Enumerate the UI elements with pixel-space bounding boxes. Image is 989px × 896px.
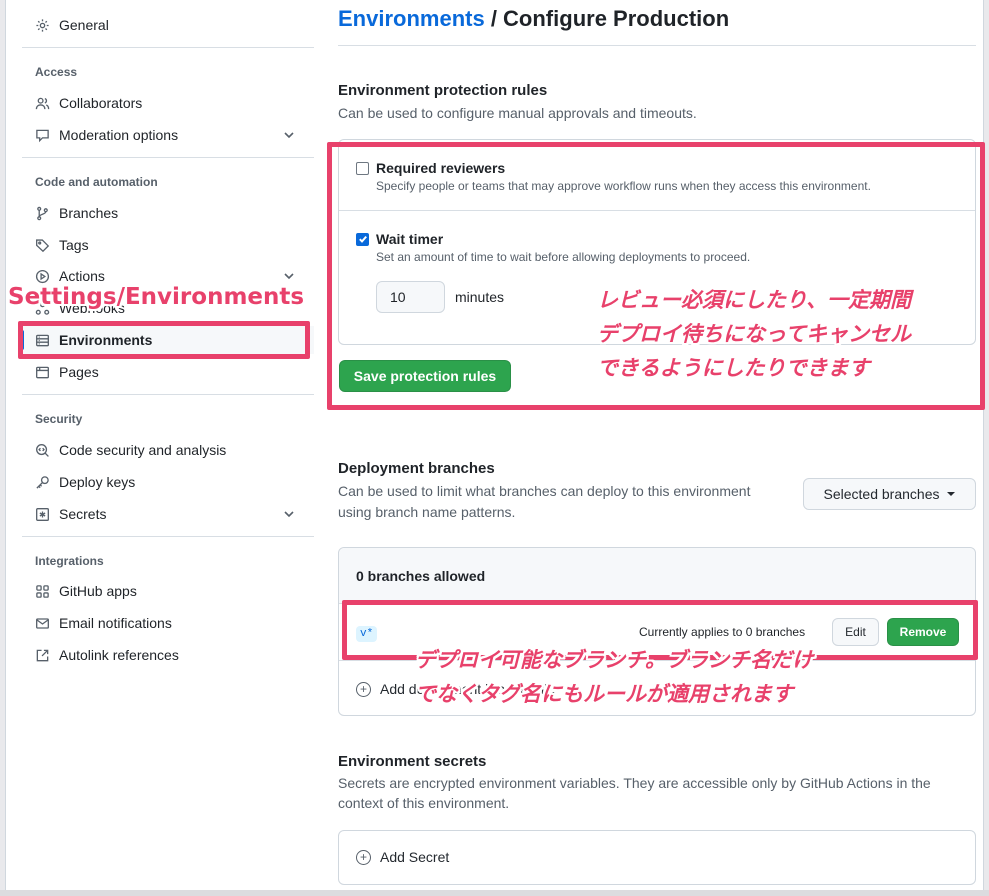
- key-icon: [34, 474, 50, 490]
- annotation-protection-note: レビュー必須にしたり、一定期間 デプロイ待ちになってキャンセル できるようにした…: [597, 283, 911, 385]
- selected-branches-label: Selected branches: [823, 486, 940, 502]
- sidebar-item-label: Email notifications: [59, 615, 172, 631]
- sidebar-item-autolink[interactable]: Autolink references: [22, 641, 314, 669]
- window-frame-right: [983, 0, 989, 896]
- annotation-line: デプロイ可能なブランチ。ブランチ名だけ: [415, 648, 813, 672]
- sidebar-item-deploy-keys[interactable]: Deploy keys: [22, 468, 314, 496]
- environment-secrets-desc-2: context of this environment.: [338, 795, 510, 811]
- sidebar-item-label: Tags: [59, 237, 89, 253]
- sidebar-divider: [22, 47, 314, 48]
- sidebar-item-moderation[interactable]: Moderation options: [22, 121, 314, 149]
- environment-secrets-desc-1: Secrets are encrypted environment variab…: [338, 775, 931, 791]
- gear-icon: [34, 17, 50, 33]
- codescan-icon: [34, 442, 50, 458]
- selected-branches-dropdown[interactable]: Selected branches: [803, 478, 976, 510]
- deployment-branches-title: Deployment branches: [338, 460, 495, 477]
- sidebar-item-label: General: [59, 17, 109, 33]
- sidebar-divider: [22, 536, 314, 537]
- sidebar-divider: [22, 157, 314, 158]
- link-external-icon: [34, 647, 50, 663]
- asterisk-icon: [34, 506, 50, 522]
- breadcrumb-environments-link[interactable]: Environments: [338, 6, 485, 31]
- sidebar-item-code-security[interactable]: Code security and analysis: [22, 436, 314, 464]
- chevron-down-icon[interactable]: [282, 507, 296, 521]
- sidebar-item-label: Deploy keys: [59, 474, 136, 490]
- annotation-box-environments: [18, 321, 310, 359]
- sidebar-item-label: Collaborators: [59, 95, 143, 111]
- sidebar-item-collaborators[interactable]: Collaborators: [22, 89, 314, 117]
- sidebar-item-github-apps[interactable]: GitHub apps: [22, 577, 314, 605]
- sidebar-item-label: GitHub apps: [59, 583, 137, 599]
- caret-down-icon: [947, 492, 956, 496]
- environment-secrets-title: Environment secrets: [338, 753, 487, 770]
- sidebar-item-secrets[interactable]: Secrets: [22, 500, 314, 528]
- sidebar-item-branches[interactable]: Branches: [22, 199, 314, 227]
- breadcrumb-separator: /: [484, 6, 504, 31]
- add-secret-label: Add Secret: [380, 849, 450, 865]
- tag-icon: [34, 237, 50, 253]
- page-title: Environments / Configure Production: [338, 6, 729, 32]
- plus-circle-icon: +: [356, 849, 371, 865]
- sidebar-item-label: Autolink references: [59, 647, 179, 663]
- annotation-line: でなくタグ名にもルールが適用されます: [415, 682, 793, 706]
- browser-icon: [34, 364, 50, 380]
- sidebar-heading-code: Code and automation: [35, 175, 158, 189]
- annotation-line: デプロイ待ちになってキャンセル: [597, 322, 911, 346]
- sidebar-item-tags[interactable]: Tags: [22, 231, 314, 259]
- apps-icon: [34, 583, 50, 599]
- sidebar-item-general[interactable]: General: [22, 11, 314, 39]
- sidebar-heading-access: Access: [35, 65, 78, 79]
- sidebar-item-label: Actions: [59, 268, 105, 284]
- annotation-text: Settings/Environments: [8, 284, 305, 310]
- chevron-down-icon[interactable]: [282, 128, 296, 142]
- window-frame-bottom: [0, 890, 989, 896]
- branch-icon: [34, 205, 50, 221]
- play-circle-icon: [34, 268, 50, 284]
- branches-allowed-header: 0 branches allowed: [339, 548, 975, 604]
- chevron-down-icon[interactable]: [282, 269, 296, 283]
- sidebar-item-label: Secrets: [59, 506, 107, 522]
- plus-circle-icon: +: [356, 681, 371, 697]
- add-secret-button[interactable]: + Add Secret: [356, 849, 449, 865]
- window-frame-left: [0, 0, 6, 896]
- comment-icon: [34, 127, 50, 143]
- people-icon: [34, 95, 50, 111]
- sidebar-heading-security: Security: [35, 412, 83, 426]
- sidebar-item-label: Pages: [59, 364, 99, 380]
- annotation-settings-environments: Settings/Environments: [8, 284, 304, 310]
- branches-allowed-count: 0 branches allowed: [356, 568, 486, 584]
- sidebar-item-pages[interactable]: Pages: [22, 358, 314, 386]
- sidebar-item-label: Moderation options: [59, 127, 179, 143]
- environment-secrets-box: + Add Secret: [338, 830, 976, 885]
- annotation-line: できるようにしたりできます: [597, 356, 870, 380]
- mail-icon: [34, 615, 50, 631]
- sidebar-heading-integrations: Integrations: [35, 554, 104, 568]
- sidebar-divider: [22, 394, 314, 395]
- sidebar-item-label: Code security and analysis: [59, 442, 227, 458]
- sidebar-item-email-notifications[interactable]: Email notifications: [22, 609, 314, 637]
- deployment-branches-desc-1: Can be used to limit what branches can d…: [338, 483, 751, 499]
- protection-rules-desc: Can be used to configure manual approval…: [338, 105, 697, 121]
- page-title-text: Configure Production: [503, 6, 730, 31]
- title-divider: [338, 45, 976, 46]
- annotation-line: レビュー必須にしたり、一定期間: [597, 288, 912, 312]
- deployment-branches-desc-2: using branch name patterns.: [338, 504, 516, 520]
- annotation-branch-note: デプロイ可能なブランチ。ブランチ名だけ でなくタグ名にもルールが適用されます: [415, 643, 813, 711]
- protection-rules-title: Environment protection rules: [338, 82, 548, 99]
- sidebar-item-label: Branches: [59, 205, 119, 221]
